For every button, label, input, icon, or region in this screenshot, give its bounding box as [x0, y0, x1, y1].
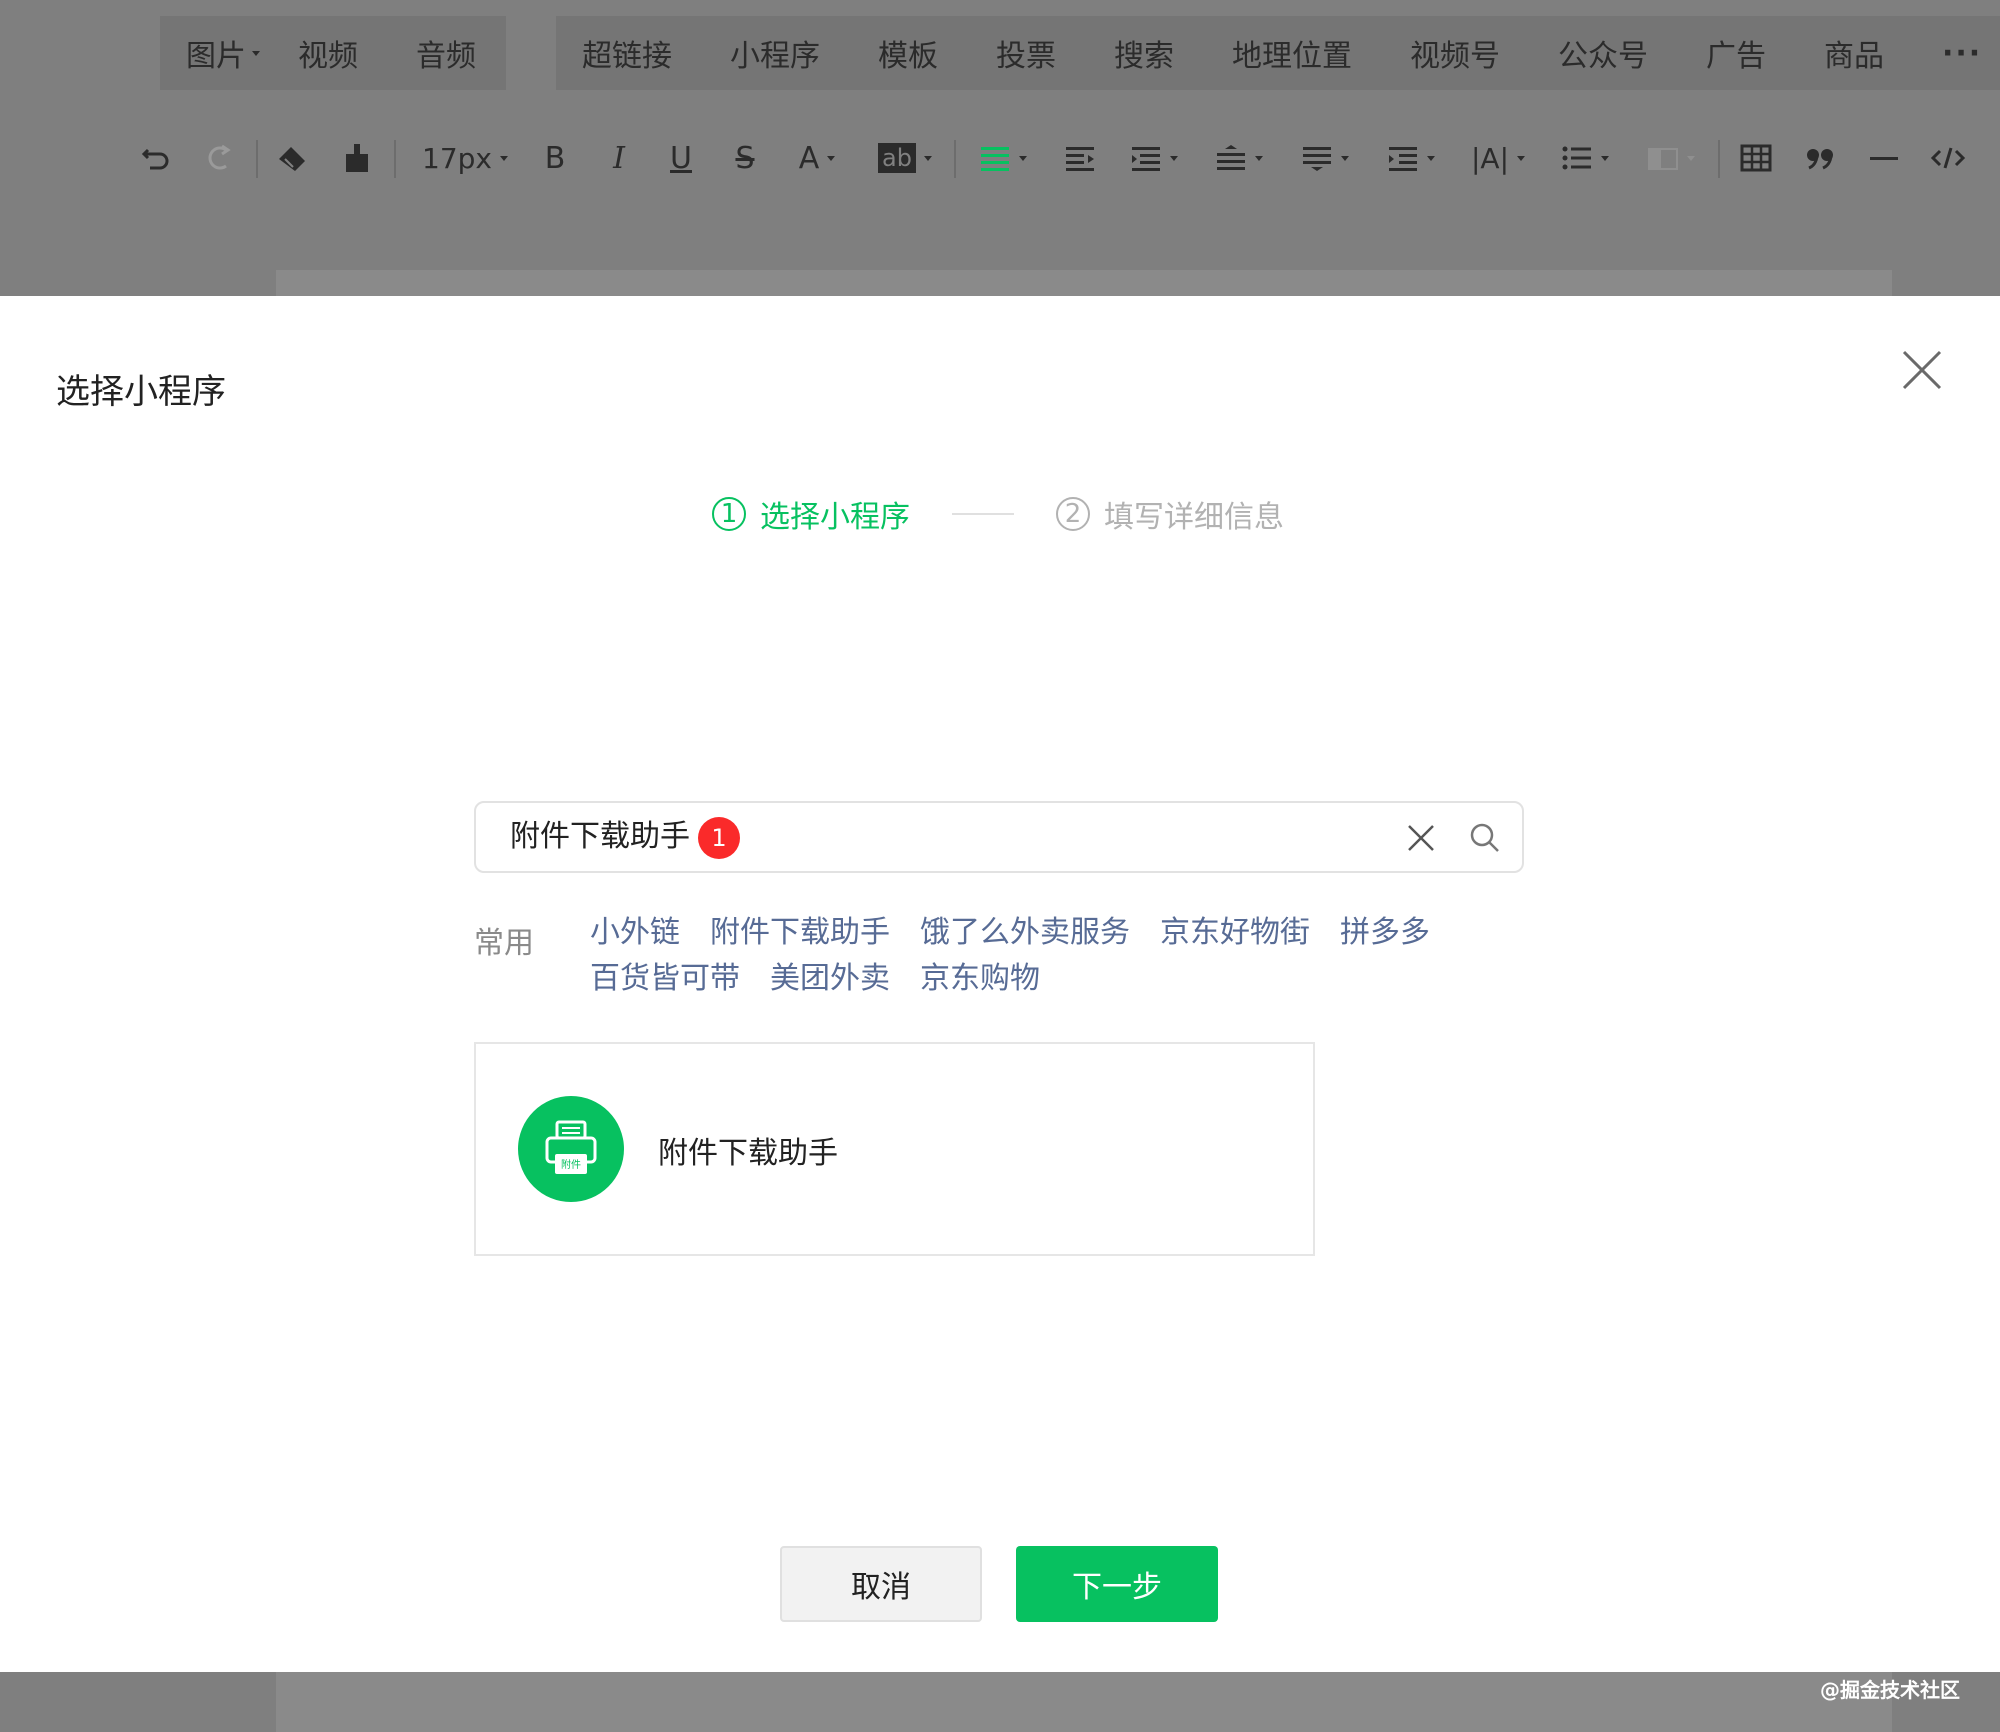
search-input[interactable]: 附件下载助手 1 — [474, 801, 1524, 873]
letter-spacing-label: |A| — [1470, 141, 1510, 175]
menu-audio[interactable]: 音频 — [416, 31, 476, 75]
step-fill-details: 2 填写详细信息 — [1056, 492, 1284, 536]
line-height-icon[interactable] — [1210, 118, 1268, 198]
insert-menu-media: 图片 视频 音频 — [160, 16, 506, 90]
step-indicator: 1 选择小程序 2 填写详细信息 — [712, 492, 1284, 536]
menu-search[interactable]: 搜索 — [1114, 31, 1174, 75]
font-color-label: A — [798, 140, 820, 176]
tag-item[interactable]: 京东好物街 — [1160, 914, 1310, 952]
search-input-value[interactable]: 附件下载助手 — [510, 803, 690, 871]
disabled-icon — [1642, 118, 1700, 198]
divider-icon[interactable] — [1866, 118, 1902, 198]
toolbar-divider — [256, 140, 258, 178]
cancel-button[interactable]: 取消 — [780, 1546, 982, 1622]
align-center-icon[interactable] — [1124, 118, 1184, 198]
chevron-down-icon — [252, 50, 260, 56]
align-justify-icon[interactable] — [974, 118, 1032, 198]
select-miniprogram-dialog: 选择小程序 1 选择小程序 2 填写详细信息 附件下载助手 1 常用 小外链 附… — [0, 296, 2000, 1672]
next-button[interactable]: 下一步 — [1016, 1546, 1218, 1622]
list-icon[interactable] — [1556, 118, 1614, 198]
tag-item[interactable]: 小外链 — [590, 914, 680, 952]
toolbar-divider — [954, 140, 956, 178]
common-label: 常用 — [474, 926, 534, 961]
search-result-card[interactable]: 附件 附件下载助手 — [474, 1042, 1315, 1256]
font-size-value: 17px — [422, 141, 492, 175]
menu-ad[interactable]: 广告 — [1706, 31, 1766, 75]
tag-item[interactable]: 京东购物 — [920, 960, 1040, 998]
strikethrough-button[interactable]: S — [728, 118, 762, 198]
chevron-down-icon — [1170, 155, 1178, 161]
document-bottom-edge — [276, 1672, 1892, 1732]
printer-icon: 附件 — [518, 1096, 624, 1202]
menu-hyperlink[interactable]: 超链接 — [582, 31, 672, 75]
chevron-down-icon — [1601, 155, 1609, 161]
align-left-icon[interactable] — [1062, 118, 1098, 198]
step-connector — [952, 513, 1014, 515]
code-icon[interactable] — [1928, 118, 1968, 198]
step-number: 1 — [712, 497, 746, 531]
tag-item[interactable]: 美团外卖 — [770, 960, 890, 998]
format-painter-icon[interactable] — [338, 118, 376, 198]
toolbar-divider — [1718, 140, 1720, 178]
font-size-select[interactable]: 17px — [418, 118, 512, 198]
format-toolbar: 17px B I U S A ab |A| — [0, 118, 2000, 198]
clear-icon[interactable] — [1406, 823, 1436, 853]
eraser-icon[interactable] — [272, 118, 312, 198]
toolbar-divider — [394, 140, 396, 178]
common-tags: 小外链 附件下载助手 饿了么外卖服务 京东好物街 拼多多 百货皆可带 美团外卖 … — [590, 914, 1470, 998]
menu-location[interactable]: 地理位置 — [1232, 31, 1352, 75]
indent-icon[interactable] — [1382, 118, 1440, 198]
tag-item[interactable]: 拼多多 — [1340, 914, 1430, 952]
tag-item[interactable]: 百货皆可带 — [590, 960, 740, 998]
highlight-label: ab — [878, 143, 916, 173]
annotation-badge: 1 — [698, 817, 740, 859]
menu-vote[interactable]: 投票 — [996, 31, 1056, 75]
italic-button[interactable]: I — [602, 118, 636, 198]
quote-icon[interactable] — [1802, 118, 1838, 198]
step-number: 2 — [1056, 497, 1090, 531]
step-select-miniprogram: 1 选择小程序 — [712, 492, 910, 536]
step-label: 选择小程序 — [760, 500, 910, 535]
step-label: 填写详细信息 — [1104, 500, 1284, 535]
undo-icon[interactable] — [136, 118, 176, 198]
font-color-button[interactable]: A — [790, 118, 844, 198]
menu-miniprogram[interactable]: 小程序 — [730, 31, 820, 75]
chevron-down-icon — [1341, 155, 1349, 161]
underline-button[interactable]: U — [664, 118, 698, 198]
svg-text:附件: 附件 — [561, 1158, 581, 1171]
document-edge — [276, 270, 1892, 296]
dialog-title: 选择小程序 — [56, 372, 226, 412]
menu-template[interactable]: 模板 — [878, 31, 938, 75]
menu-official-account[interactable]: 公众号 — [1558, 31, 1648, 75]
menu-image-label: 图片 — [186, 39, 246, 74]
menu-image[interactable]: 图片 — [186, 31, 260, 75]
tag-item[interactable]: 饿了么外卖服务 — [920, 914, 1130, 952]
letter-spacing-icon[interactable]: |A| — [1468, 118, 1528, 198]
close-icon[interactable] — [1898, 346, 1946, 394]
chevron-down-icon — [1517, 155, 1526, 161]
chevron-down-icon — [1427, 155, 1435, 161]
insert-menu-widgets: 超链接 小程序 模板 投票 搜索 地理位置 视频号 公众号 广告 商品 ··· — [556, 16, 2000, 90]
chevron-down-icon — [923, 155, 932, 161]
chevron-down-icon — [1687, 155, 1695, 161]
table-icon[interactable] — [1738, 118, 1774, 198]
search-icon[interactable] — [1468, 821, 1502, 855]
tag-item[interactable]: 附件下载助手 — [710, 914, 890, 952]
watermark: @掘金技术社区 — [1820, 1678, 1960, 1702]
highlight-button[interactable]: ab — [874, 118, 936, 198]
chevron-down-icon — [1019, 155, 1027, 161]
redo-icon[interactable] — [198, 118, 238, 198]
bold-button[interactable]: B — [538, 118, 572, 198]
menu-channels[interactable]: 视频号 — [1410, 31, 1500, 75]
result-app-name: 附件下载助手 — [658, 1136, 838, 1171]
paragraph-spacing-icon[interactable] — [1296, 118, 1354, 198]
chevron-down-icon — [827, 155, 836, 161]
menu-video[interactable]: 视频 — [298, 31, 358, 75]
chevron-down-icon — [1255, 155, 1263, 161]
more-icon[interactable]: ··· — [1942, 36, 1982, 71]
menu-product[interactable]: 商品 — [1824, 31, 1884, 75]
chevron-down-icon — [499, 155, 508, 161]
